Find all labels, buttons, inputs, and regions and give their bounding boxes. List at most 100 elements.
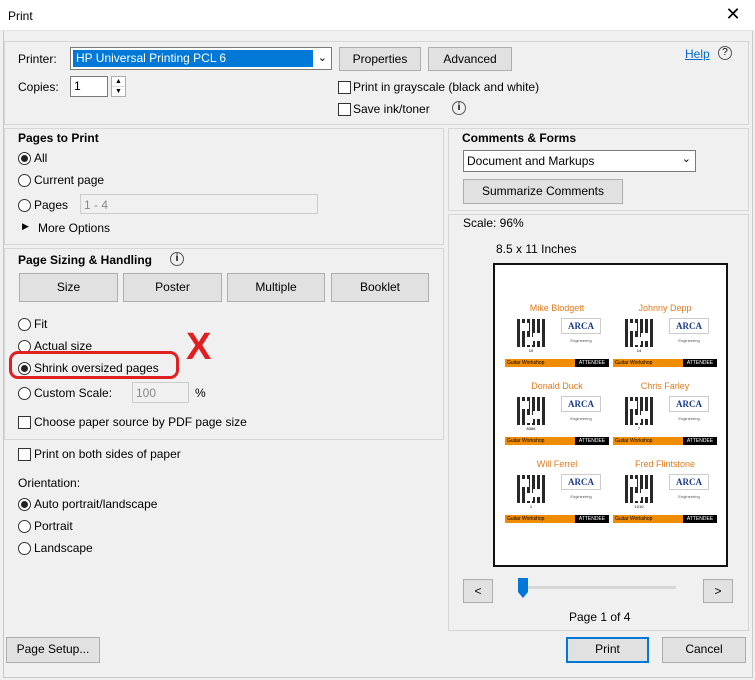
preview-cards: Mike Blodgett 10 ARCA Engineering Guitar Wor… bbox=[505, 301, 717, 541]
qr-code-icon bbox=[625, 319, 653, 347]
workshop-label: Guitar Workshop bbox=[507, 360, 545, 366]
workshop-label: Guitar Workshop bbox=[615, 438, 653, 444]
custom-scale-radio[interactable] bbox=[18, 387, 31, 400]
grayscale-label: Print in grayscale (black and white) bbox=[353, 80, 540, 94]
attendee-label: ATTENDEE bbox=[683, 515, 717, 523]
portrait-radio[interactable] bbox=[18, 520, 31, 533]
attendee-label: ATTENDEE bbox=[575, 437, 609, 445]
badge-bar: Guitar Workshop ATTENDEE bbox=[613, 437, 717, 445]
next-page-button[interactable]: > bbox=[703, 579, 733, 603]
all-label: All bbox=[34, 151, 48, 165]
printer-label: Printer: bbox=[18, 52, 57, 66]
portrait-label: Portrait bbox=[34, 519, 73, 533]
save-ink-checkbox[interactable] bbox=[338, 103, 351, 116]
engineering-label: Engineering bbox=[570, 494, 592, 499]
comments-title: Comments & Forms bbox=[462, 131, 577, 145]
qr-code-icon bbox=[517, 475, 545, 503]
paper-size-label: 8.5 x 11 Inches bbox=[496, 242, 577, 256]
poster-button[interactable]: Poster bbox=[123, 273, 222, 302]
booklet-button[interactable]: Booklet bbox=[331, 273, 429, 302]
sizing-info-icon[interactable]: i bbox=[170, 252, 184, 266]
attendee-label: ATTENDEE bbox=[683, 437, 717, 445]
paper-source-checkbox[interactable] bbox=[18, 416, 31, 429]
badge-number: 8386 bbox=[526, 426, 536, 431]
copies-stepper[interactable]: ▲ ▼ bbox=[111, 76, 126, 97]
expand-triangle-icon[interactable]: ▶ bbox=[22, 221, 29, 232]
workshop-label: Guitar Workshop bbox=[615, 360, 653, 366]
engineering-label: Engineering bbox=[678, 338, 700, 343]
all-radio[interactable] bbox=[18, 152, 31, 165]
sizing-title: Page Sizing & Handling bbox=[18, 253, 153, 267]
landscape-label: Landscape bbox=[34, 541, 93, 555]
printer-select[interactable]: HP Universal Printing PCL 6 ⌄ bbox=[70, 47, 332, 70]
page-slider-track[interactable] bbox=[523, 586, 676, 589]
fit-radio[interactable] bbox=[18, 318, 31, 331]
copies-input[interactable]: 1 bbox=[70, 76, 108, 97]
page-setup-button[interactable]: Page Setup... bbox=[6, 637, 100, 663]
attendee-card: Mike Blodgett 10 ARCA Engineering Guitar Wor… bbox=[505, 301, 609, 375]
pages-radio[interactable] bbox=[18, 199, 31, 212]
multiple-button[interactable]: Multiple bbox=[227, 273, 325, 302]
arca-logo: ARCA bbox=[561, 474, 601, 490]
attendee-name: Will Ferrel bbox=[536, 459, 578, 469]
badge-number: 1010 bbox=[634, 504, 644, 509]
engineering-label: Engineering bbox=[570, 338, 592, 343]
cancel-button[interactable]: Cancel bbox=[662, 637, 746, 663]
size-button[interactable]: Size bbox=[19, 273, 118, 302]
page-info: Page 1 of 4 bbox=[569, 610, 631, 624]
fit-label: Fit bbox=[34, 317, 48, 331]
badge-bar: Guitar Workshop ATTENDEE bbox=[505, 359, 609, 367]
badge-number: 10 bbox=[528, 348, 534, 353]
close-icon[interactable]: ✕ bbox=[723, 4, 743, 25]
prev-page-button[interactable]: < bbox=[463, 579, 493, 603]
engineering-label: Engineering bbox=[678, 416, 700, 421]
attendee-card: Fred Flintstone 1010 ARCA Engineering Guitar… bbox=[613, 457, 717, 531]
comments-select[interactable]: Document and Markups ⌄ bbox=[463, 150, 696, 172]
save-ink-label: Save ink/toner bbox=[353, 102, 430, 116]
attendee-card: Will Ferrel 1 ARCA Engineering Guitar Worksh… bbox=[505, 457, 609, 531]
copies-label: Copies: bbox=[18, 80, 59, 94]
info-icon[interactable]: i bbox=[452, 101, 466, 115]
summarize-comments-button[interactable]: Summarize Comments bbox=[463, 179, 623, 204]
shrink-radio[interactable] bbox=[18, 362, 31, 375]
printer-value: HP Universal Printing PCL 6 bbox=[73, 50, 313, 67]
advanced-button[interactable]: Advanced bbox=[428, 47, 512, 71]
badge-bar: Guitar Workshop ATTENDEE bbox=[505, 515, 609, 523]
custom-scale-input[interactable]: 100 bbox=[132, 382, 189, 403]
workshop-label: Guitar Workshop bbox=[507, 516, 545, 522]
arca-logo: ARCA bbox=[669, 396, 709, 412]
badge-bar: Guitar Workshop ATTENDEE bbox=[613, 515, 717, 523]
grayscale-checkbox[interactable] bbox=[338, 81, 351, 94]
help-icon[interactable]: ? bbox=[718, 46, 732, 60]
attendee-name: Fred Flintstone bbox=[634, 459, 696, 469]
current-page-label: Current page bbox=[34, 173, 105, 187]
attendee-name: Donald Duck bbox=[531, 381, 583, 391]
shrink-label: Shrink oversized pages bbox=[34, 361, 159, 375]
scale-label: Scale: 96% bbox=[463, 216, 524, 230]
arca-logo: ARCA bbox=[561, 396, 601, 412]
qr-code-icon bbox=[625, 475, 653, 503]
attendee-card: Donald Duck 8386 ARCA Engineering Guitar Wor… bbox=[505, 379, 609, 453]
more-options-label[interactable]: More Options bbox=[38, 221, 110, 235]
attendee-name: Johnny Depp bbox=[638, 303, 692, 313]
print-button[interactable]: Print bbox=[566, 637, 649, 663]
page-range-input[interactable]: 1 - 4 bbox=[80, 194, 318, 214]
badge-number: 7 bbox=[637, 426, 641, 431]
attendee-name: Chris Farley bbox=[640, 381, 690, 391]
annotation-x: X bbox=[186, 326, 212, 368]
properties-button[interactable]: Properties bbox=[339, 47, 421, 71]
orientation-title: Orientation: bbox=[18, 476, 81, 490]
comments-value: Document and Markups bbox=[467, 154, 595, 168]
paper-source-label: Choose paper source by PDF page size bbox=[34, 415, 247, 429]
title-bar: Print ✕ bbox=[0, 0, 755, 31]
current-page-radio[interactable] bbox=[18, 174, 31, 187]
workshop-label: Guitar Workshop bbox=[507, 438, 545, 444]
help-link[interactable]: Help bbox=[685, 47, 710, 61]
badge-bar: Guitar Workshop ATTENDEE bbox=[613, 359, 717, 367]
attendee-card: Chris Farley 7 ARCA Engineering Guitar Works… bbox=[613, 379, 717, 453]
landscape-radio[interactable] bbox=[18, 542, 31, 555]
auto-orientation-radio[interactable] bbox=[18, 498, 31, 511]
custom-scale-label: Custom Scale: bbox=[34, 386, 113, 400]
attendee-label: ATTENDEE bbox=[575, 515, 609, 523]
both-sides-checkbox[interactable] bbox=[18, 448, 31, 461]
